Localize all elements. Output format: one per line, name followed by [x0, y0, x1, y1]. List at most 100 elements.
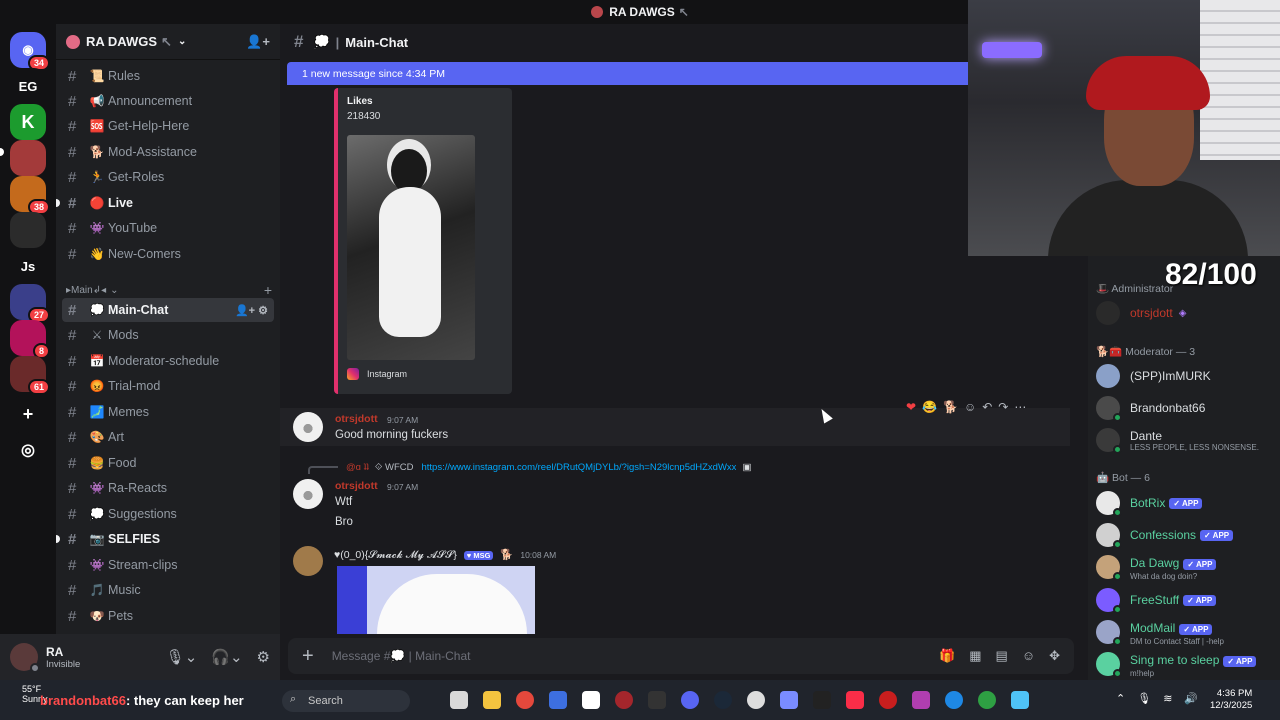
create-channel-icon[interactable]: + [264, 282, 272, 298]
channel-youtube[interactable]: # 👾 YouTube [62, 216, 274, 240]
member-moderator[interactable]: Dante LESS PEOPLE, LESS NONSENSE. [1096, 425, 1280, 455]
channel-pets[interactable]: # 🐶 Pets [62, 604, 274, 628]
epic-games-icon[interactable] [648, 691, 666, 709]
microphone-icon[interactable]: 🎙⌄ [166, 648, 198, 666]
message-author[interactable]: otrsjdott [335, 413, 378, 425]
more-options-icon[interactable]: ⋯ [1014, 400, 1026, 414]
reaction-heart-icon[interactable]: ❤ [906, 400, 916, 414]
user-info[interactable]: RA Invisible [38, 645, 80, 670]
avatar[interactable] [293, 546, 323, 576]
channel-food[interactable]: # 🍔 Food [62, 451, 274, 475]
server-js[interactable]: Js [10, 248, 46, 284]
server-eg[interactable]: EG [10, 68, 46, 104]
gift-icon[interactable]: 🎁 [939, 648, 955, 664]
channel-trial-mod[interactable]: # 😡 Trial-mod [62, 374, 274, 398]
server-direct-messages[interactable]: ◉ 34 [10, 32, 50, 71]
wifi-icon[interactable]: ≋ [1163, 692, 1172, 705]
add-reaction-icon[interactable]: ☺ [964, 400, 976, 414]
clock[interactable]: 4:36 PM 12/3/2025 [1210, 688, 1252, 712]
reply-reference[interactable]: @ɑ ʇʇ ⟐ WFCD https://www.instagram.com/r… [308, 460, 868, 474]
member-bot[interactable]: ModMail ✓ APP DM to Contact Staff | -help [1096, 617, 1280, 647]
channel-memes[interactable]: # 🗾 Memes [62, 400, 274, 424]
channel-ra-reacts[interactable]: # 👾 Ra-Reacts [62, 476, 274, 500]
chevron-up-icon[interactable]: ⌃ [1116, 692, 1125, 705]
channel-live[interactable]: # 🔴 Live [56, 191, 274, 215]
member-moderator[interactable]: Brandonbat66 [1096, 393, 1280, 423]
invite-people-icon[interactable]: 👤+ [246, 34, 270, 50]
obs-icon[interactable] [747, 691, 765, 709]
discover-button[interactable]: ◎ [10, 432, 46, 468]
avatar[interactable] [293, 412, 323, 442]
app-icon[interactable] [945, 691, 963, 709]
app-icon[interactable] [780, 691, 798, 709]
channel-art[interactable]: # 🎨 Art [62, 425, 274, 449]
microphone-icon[interactable]: 🎙 [1137, 692, 1151, 705]
server-avatar-2[interactable]: 38 [10, 176, 50, 215]
app-icon[interactable] [912, 691, 930, 709]
forward-icon[interactable]: ↷ [998, 400, 1008, 414]
message-author[interactable]: otrsjdott [335, 480, 378, 492]
user-avatar[interactable] [10, 643, 40, 673]
server-avatar-1[interactable] [10, 140, 46, 176]
category-main[interactable]: ▸Main↲◂ ⌄ + [66, 282, 272, 298]
channel-rules[interactable]: # 📜 Rules [62, 64, 274, 88]
channel-mods[interactable]: # ⚔ Mods [62, 323, 274, 347]
headphones-icon[interactable]: 🎧⌄ [211, 648, 242, 666]
message-image[interactable] [335, 564, 537, 636]
channel-selfies[interactable]: # 📷 SELFIES [56, 527, 274, 551]
new-messages-bar[interactable]: 1 new message since 4:34 PM [287, 62, 977, 85]
channel-stream-clips[interactable]: # 👾 Stream-clips [62, 553, 274, 577]
server-avatar-4[interactable]: 27 [10, 284, 50, 323]
attach-plus-icon[interactable]: + [302, 645, 314, 668]
add-server-button[interactable]: + [10, 396, 46, 432]
taskbar-search[interactable]: ⌕ Search [282, 690, 410, 712]
emoji-icon[interactable]: ☺ [1022, 648, 1035, 664]
music-icon[interactable] [846, 691, 864, 709]
reaction-laugh-icon[interactable]: 😂 [922, 400, 937, 414]
apps-icon[interactable]: ✥ [1049, 648, 1060, 664]
channel-new-comers[interactable]: # 👋 New-Comers [62, 242, 274, 266]
reply-icon[interactable]: ↶ [982, 400, 992, 414]
gif-icon[interactable]: ▦ [969, 648, 981, 664]
member-bot[interactable]: FreeStuff ✓ APP [1096, 585, 1280, 615]
app-icon[interactable] [813, 691, 831, 709]
avatar[interactable] [293, 479, 323, 509]
channel-settings-icons[interactable]: 👤+ ⚙ [235, 304, 268, 317]
member-bot[interactable]: Confessions ✓ APP [1096, 520, 1280, 550]
member-bot[interactable]: Sing me to sleep ✓ APP m!help [1096, 649, 1280, 679]
steam-icon[interactable] [714, 691, 732, 709]
channel-announcement[interactable]: # 📢 Announcement [62, 89, 274, 113]
chrome-icon[interactable] [516, 691, 534, 709]
channel-get-help-here[interactable]: # 🆘 Get-Help-Here [62, 114, 274, 138]
member-admin[interactable]: otrsjdott ◈ [1096, 298, 1280, 328]
volume-icon[interactable]: 🔊 [1184, 692, 1198, 705]
app-icon[interactable] [615, 691, 633, 709]
server-folder[interactable]: 61 [10, 356, 50, 395]
app-icon[interactable] [879, 691, 897, 709]
channel-main-chat[interactable]: # 💭 Main-Chat 👤+ ⚙ [62, 298, 274, 322]
capcut-icon[interactable] [582, 691, 600, 709]
reaction-custom-icon[interactable]: 🐕 [943, 400, 958, 414]
channel-music[interactable]: # 🎵 Music [62, 578, 274, 602]
reply-link[interactable]: https://www.instagram.com/reel/DRutQMjDY… [422, 462, 737, 473]
server-k[interactable]: K [10, 104, 46, 140]
channel-get-roles[interactable]: # 🏃 Get-Roles [62, 165, 274, 189]
channel-suggestions[interactable]: # 💭 Suggestions [62, 502, 274, 526]
task-view-icon[interactable] [450, 691, 468, 709]
xbox-icon[interactable] [978, 691, 996, 709]
server-avatar-5[interactable]: 8 [10, 320, 50, 359]
notepad-icon[interactable] [1011, 691, 1029, 709]
channel-mod-assistance[interactable]: # 🐕 Mod-Assistance [62, 140, 274, 164]
file-explorer-icon[interactable] [483, 691, 501, 709]
channel-moderator-schedule[interactable]: # 📅 Moderator-schedule [62, 349, 274, 373]
sticker-icon[interactable]: ▤ [996, 648, 1008, 664]
gear-icon[interactable]: ⚙ [257, 648, 270, 666]
visual-studio-icon[interactable] [549, 691, 567, 709]
server-avatar-3[interactable] [10, 212, 46, 248]
member-bot[interactable]: BotRix ✓ APP [1096, 488, 1280, 518]
member-bot[interactable]: Da Dawg ✓ APP What da dog doin? [1096, 552, 1280, 582]
discord-icon[interactable] [681, 691, 699, 709]
guild-header[interactable]: RA DAWGS ↖ ⌄ 👤+ [56, 24, 280, 60]
member-moderator[interactable]: (SPP)ImMURK [1096, 361, 1280, 391]
message-input[interactable] [331, 649, 892, 663]
